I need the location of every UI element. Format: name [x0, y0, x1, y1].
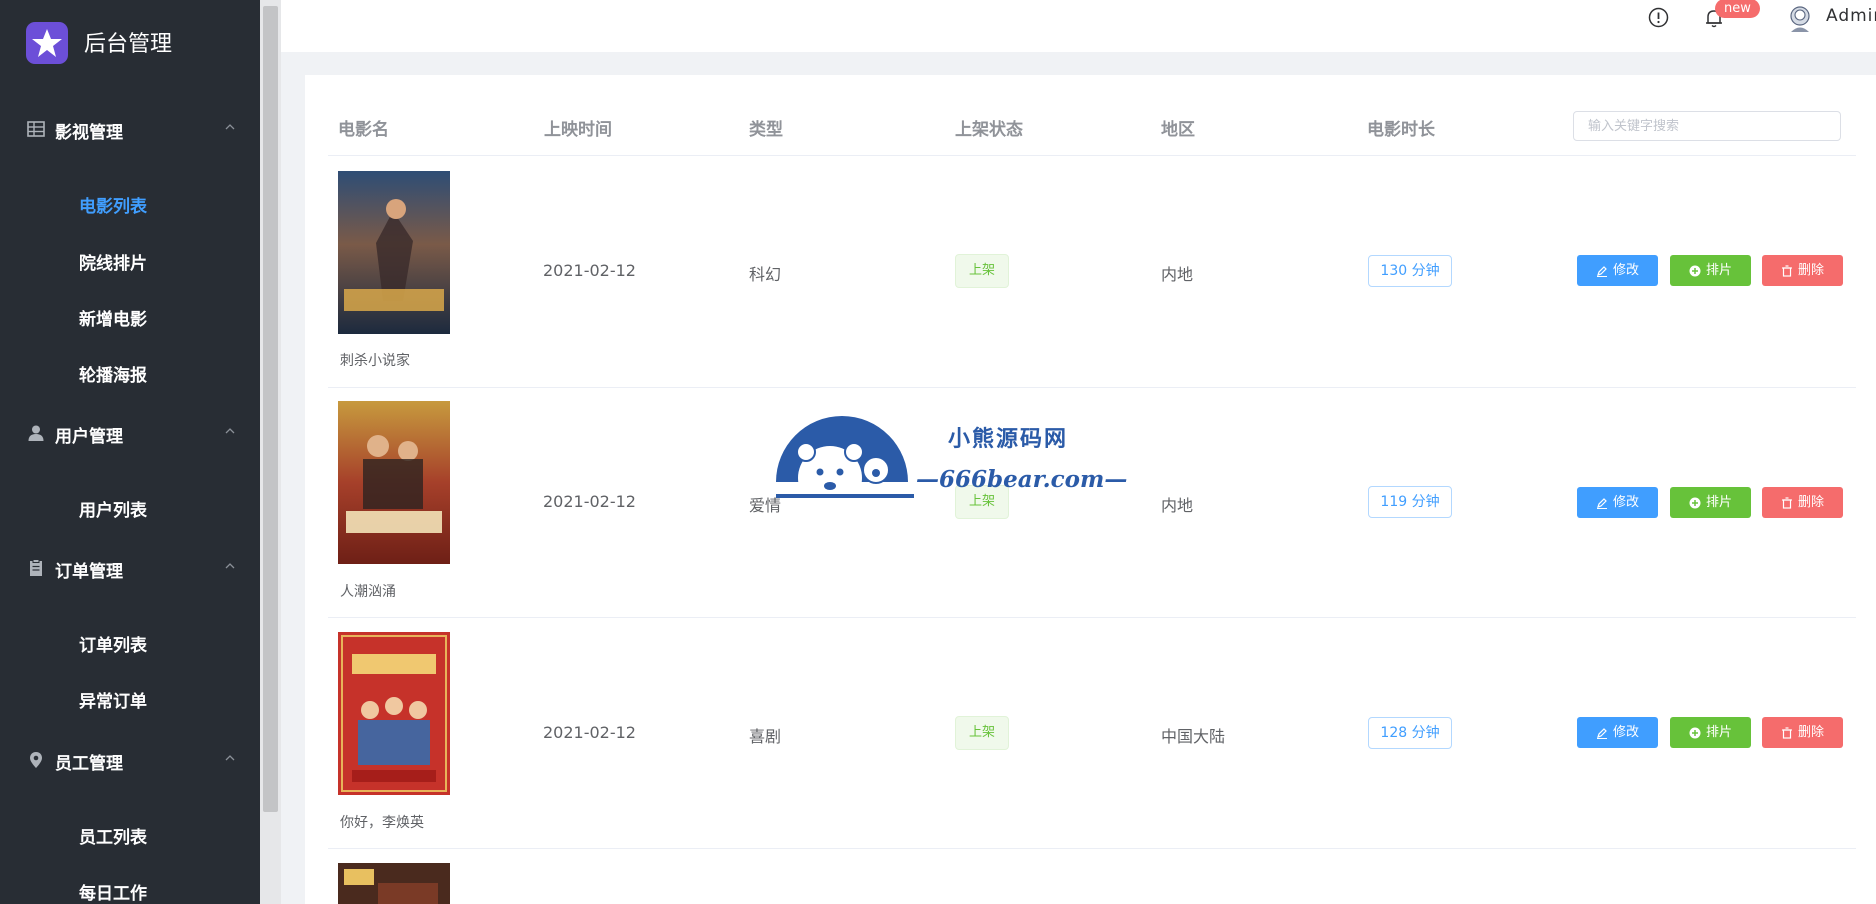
- duration-tag: 130 分钟: [1368, 255, 1452, 287]
- sidebar-item-staff-list[interactable]: 员工列表: [79, 823, 147, 848]
- delete-button-label: 删除: [1797, 263, 1824, 278]
- edit-button[interactable]: 修改: [1577, 487, 1658, 518]
- sidebar-item-order-list[interactable]: 订单列表: [79, 631, 147, 656]
- row-divider: [328, 155, 1856, 156]
- sidebar-item-movie-list[interactable]: 电影列表: [79, 192, 147, 217]
- movie-name: 你好，李焕英: [340, 815, 424, 831]
- chevron-up-icon: [225, 124, 235, 130]
- row-divider: [328, 848, 1856, 849]
- column-header-release-date: 上映时间: [544, 120, 612, 140]
- edit-button-label: 修改: [1612, 263, 1639, 278]
- info-circle-icon[interactable]: [1648, 7, 1669, 28]
- duration-tag: 128 分钟: [1368, 717, 1452, 749]
- menu-group-label: 员工管理: [55, 754, 123, 774]
- grid-icon: [27, 121, 45, 137]
- sidebar-item-user-list[interactable]: 用户列表: [79, 496, 147, 521]
- schedule-button-label: 排片: [1705, 263, 1732, 278]
- avatar[interactable]: [1787, 4, 1813, 34]
- schedule-button[interactable]: 排片: [1670, 717, 1751, 748]
- menu-group-label: 订单管理: [55, 562, 123, 582]
- user-name[interactable]: Admin: [1826, 6, 1876, 26]
- edit-icon: [1596, 265, 1607, 277]
- delete-button[interactable]: 删除: [1762, 487, 1843, 518]
- genre: 喜剧: [749, 727, 782, 746]
- menu-group-film[interactable]: 影视管理: [0, 104, 260, 154]
- schedule-button-label: 排片: [1705, 495, 1732, 510]
- menu-group-label: 用户管理: [55, 427, 123, 447]
- trash-icon: [1781, 264, 1792, 277]
- menu-group-staff[interactable]: 员工管理: [0, 735, 260, 785]
- top-header: [281, 0, 1876, 52]
- movie-poster: [338, 863, 450, 904]
- movie-name: 刺杀小说家: [340, 353, 410, 369]
- trash-icon: [1781, 496, 1792, 509]
- menu-group-user[interactable]: 用户管理: [0, 408, 260, 458]
- sidebar: 后台管理 影视管理 电影列表 院线排片 新增电影 轮播海报 用户管理 用户列表 …: [0, 0, 260, 904]
- sidebar-item-cinema-schedule[interactable]: 院线排片: [79, 249, 147, 274]
- app-title: 后台管理: [84, 32, 173, 57]
- sidebar-item-carousel-poster[interactable]: 轮播海报: [79, 361, 147, 386]
- trash-icon: [1781, 726, 1792, 739]
- menu-group-order[interactable]: 订单管理: [0, 543, 260, 593]
- genre: 科幻: [749, 265, 782, 284]
- edit-icon: [1596, 497, 1607, 509]
- notification-badge: new: [1715, 0, 1760, 18]
- chevron-up-icon: [225, 428, 235, 434]
- chevron-up-icon: [225, 563, 235, 569]
- delete-button[interactable]: 删除: [1762, 255, 1843, 286]
- watermark-title: 小熊源码网: [948, 426, 1069, 452]
- edit-icon: [1596, 727, 1607, 739]
- column-header-status: 上架状态: [955, 120, 1023, 140]
- sidebar-item-add-movie[interactable]: 新增电影: [79, 305, 147, 330]
- edit-button[interactable]: 修改: [1577, 717, 1658, 748]
- map-pin-icon: [30, 752, 42, 768]
- edit-button-label: 修改: [1612, 495, 1639, 510]
- status-badge: 上架: [955, 254, 1009, 288]
- schedule-button[interactable]: 排片: [1670, 487, 1751, 518]
- delete-button[interactable]: 删除: [1762, 717, 1843, 748]
- user-icon: [28, 425, 44, 441]
- sidebar-item-daily-work[interactable]: 每日工作: [79, 879, 147, 904]
- sidebar-scrollbar-thumb[interactable]: [263, 6, 278, 812]
- delete-button-label: 删除: [1797, 725, 1824, 740]
- release-date: 2021-02-12: [543, 723, 636, 742]
- release-date: 2021-02-12: [543, 492, 636, 511]
- release-date: 2021-02-12: [543, 261, 636, 280]
- region: 中国大陆: [1161, 727, 1226, 746]
- sidebar-item-abnormal-order[interactable]: 异常订单: [79, 687, 147, 712]
- column-header-name: 电影名: [338, 120, 389, 140]
- chevron-up-icon: [225, 755, 235, 761]
- clipboard-icon: [30, 559, 42, 576]
- status-badge: 上架: [955, 716, 1009, 750]
- schedule-button-label: 排片: [1705, 725, 1732, 740]
- watermark-url: —666bear.com—: [916, 466, 1128, 493]
- row-divider: [328, 387, 1856, 388]
- edit-button-label: 修改: [1612, 725, 1639, 740]
- search-input[interactable]: [1573, 111, 1841, 141]
- duration-tag: 119 分钟: [1368, 486, 1452, 518]
- column-header-region: 地区: [1161, 120, 1195, 140]
- plus-circle-icon: [1689, 727, 1701, 738]
- movie-poster: [338, 401, 450, 564]
- delete-button-label: 删除: [1797, 495, 1824, 510]
- edit-button[interactable]: 修改: [1577, 255, 1658, 286]
- region: 内地: [1161, 265, 1194, 284]
- movie-name: 人潮汹涌: [340, 584, 396, 600]
- movie-poster: [338, 632, 450, 795]
- schedule-button[interactable]: 排片: [1670, 255, 1751, 286]
- region: 内地: [1161, 496, 1194, 515]
- plus-circle-icon: [1689, 497, 1701, 508]
- column-header-duration: 电影时长: [1367, 120, 1435, 140]
- plus-circle-icon: [1689, 265, 1701, 276]
- movie-poster: [338, 171, 450, 334]
- menu-group-label: 影视管理: [55, 123, 123, 143]
- star-logo-icon: [26, 22, 68, 64]
- column-header-genre: 类型: [749, 120, 783, 140]
- row-divider: [328, 617, 1856, 618]
